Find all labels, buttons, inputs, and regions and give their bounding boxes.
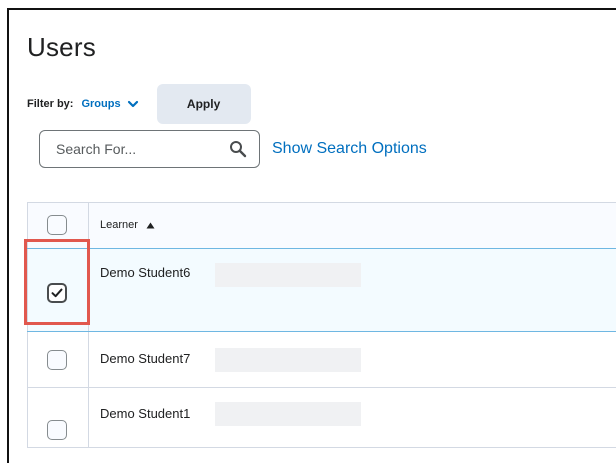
redacted-field bbox=[215, 402, 361, 426]
sort-ascending-icon bbox=[146, 222, 155, 228]
row-checkbox[interactable] bbox=[47, 283, 67, 303]
search-icon[interactable] bbox=[229, 140, 247, 158]
learner-name: Demo Student7 bbox=[100, 351, 191, 366]
filter-bar: Filter by: Groups Apply bbox=[27, 84, 251, 124]
table-header-row: Learner bbox=[27, 203, 616, 249]
redacted-field bbox=[215, 348, 361, 372]
redacted-field bbox=[215, 263, 361, 287]
page-title: Users bbox=[27, 32, 96, 62]
page-frame: Users Filter by: Groups Apply Show Searc… bbox=[7, 8, 616, 463]
search-input[interactable] bbox=[54, 140, 208, 158]
filter-label: Filter by: bbox=[27, 98, 74, 110]
chevron-down-icon bbox=[127, 100, 138, 108]
learner-column-header[interactable]: Learner bbox=[100, 219, 155, 231]
learner-column-label: Learner bbox=[100, 219, 138, 231]
table-row[interactable]: Demo Student1 bbox=[27, 388, 616, 448]
learner-name: Demo Student6 bbox=[100, 265, 191, 280]
users-table: Learner Demo Student6 Demo Student7 Demo… bbox=[27, 202, 616, 448]
learner-name: Demo Student1 bbox=[100, 406, 191, 421]
select-all-cell bbox=[27, 203, 89, 248]
apply-button[interactable]: Apply bbox=[156, 84, 251, 124]
row-checkbox[interactable] bbox=[47, 420, 67, 440]
groups-dropdown[interactable]: Groups bbox=[81, 98, 138, 110]
row-check-cell bbox=[27, 249, 89, 331]
row-checkbox[interactable] bbox=[47, 350, 67, 370]
row-check-cell bbox=[27, 332, 89, 387]
row-check-cell bbox=[27, 388, 89, 447]
select-all-checkbox[interactable] bbox=[47, 215, 67, 235]
table-row[interactable]: Demo Student7 bbox=[27, 332, 616, 388]
table-row[interactable]: Demo Student6 bbox=[27, 248, 616, 332]
search-box bbox=[39, 130, 260, 168]
checkmark-icon bbox=[51, 288, 63, 298]
show-search-options-link[interactable]: Show Search Options bbox=[272, 140, 427, 158]
groups-dropdown-label: Groups bbox=[81, 98, 121, 110]
